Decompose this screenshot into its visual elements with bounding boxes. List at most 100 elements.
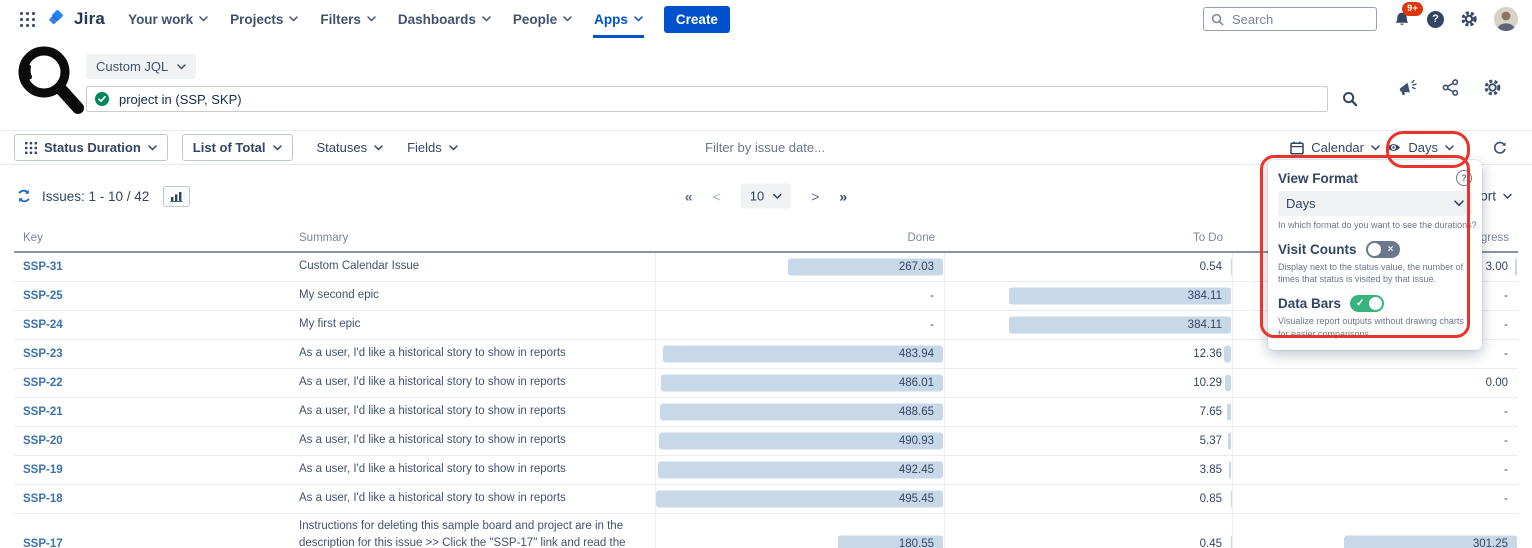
notifications-button[interactable]: 9+ [1393, 9, 1411, 29]
duration-value: 384.11 [1188, 319, 1222, 331]
toggle-state-glyph: ✓ [1356, 297, 1364, 311]
issues-count-label: Issues: 1 - 10 / 42 [42, 189, 149, 204]
settings-gear-icon[interactable] [1460, 10, 1478, 28]
data-bars-label: Data Bars [1278, 296, 1341, 311]
chevron-down-icon [199, 16, 208, 22]
duration-cell: 3.85 [944, 456, 1232, 484]
view-format-select[interactable]: Days [1278, 191, 1472, 216]
app-switcher-icon[interactable] [14, 8, 41, 31]
pagination-next-button[interactable]: > [811, 188, 819, 204]
calendar-menu[interactable]: Calendar [1290, 140, 1380, 155]
key-cell: SSP-21 [14, 398, 290, 426]
statuses-menu[interactable]: Statuses [317, 140, 384, 155]
calendar-label: Calendar [1311, 140, 1364, 155]
global-search[interactable] [1203, 7, 1377, 31]
app-magnifier-logo [14, 42, 88, 122]
issue-summary: As a user, I'd like a historical story t… [290, 369, 655, 397]
user-avatar[interactable] [1494, 7, 1518, 31]
nav-item-projects[interactable]: Projects [219, 0, 309, 38]
duration-cell: 301.25 [1232, 514, 1518, 548]
issue-summary: As a user, I'd like a historical story t… [290, 427, 655, 455]
issue-key-link[interactable]: SSP-23 [23, 348, 63, 360]
pagination-last-button[interactable]: » [839, 188, 847, 204]
issue-summary: My first epic [290, 311, 655, 339]
nav-item-apps[interactable]: Apps [583, 0, 654, 38]
jira-logo-text: Jira [74, 9, 105, 29]
view-format-menu[interactable]: Days [1386, 140, 1454, 155]
data-bar [1227, 404, 1231, 421]
report-settings-gear-icon[interactable] [1483, 78, 1502, 97]
duration-value: - [1504, 319, 1508, 331]
key-cell: SSP-31 [14, 253, 290, 281]
chart-view-button[interactable] [163, 186, 190, 207]
jql-query-input[interactable] [117, 91, 1319, 108]
issue-key-link[interactable]: SSP-31 [23, 261, 63, 273]
issue-key-link[interactable]: SSP-25 [23, 290, 63, 302]
popup-help-icon[interactable]: ? [1456, 170, 1472, 186]
create-button[interactable]: Create [664, 6, 730, 33]
duration-value: 483.94 [899, 348, 934, 360]
chevron-down-icon [273, 145, 282, 151]
issue-key-link[interactable]: SSP-18 [23, 493, 63, 505]
issue-key-link[interactable]: SSP-22 [23, 377, 63, 389]
jql-query-field[interactable] [86, 86, 1328, 112]
visit-counts-toggle[interactable]: × [1366, 241, 1400, 258]
duration-cell: 490.93 [655, 427, 944, 455]
share-icon[interactable] [1442, 79, 1459, 96]
chevron-down-icon [177, 64, 186, 70]
issue-key-link[interactable]: SSP-21 [23, 406, 63, 418]
jql-search-icon[interactable] [1342, 91, 1358, 107]
nav-item-dashboards[interactable]: Dashboards [387, 0, 502, 38]
duration-cell: - [1232, 427, 1518, 455]
toggle-state-glyph: × [1388, 243, 1394, 257]
nav-item-filters[interactable]: Filters [309, 0, 387, 38]
duration-value: 5.37 [1200, 435, 1222, 447]
duration-cell: - [1232, 398, 1518, 426]
issue-key-link[interactable]: SSP-19 [23, 464, 63, 476]
duration-value: 495.45 [899, 493, 934, 505]
column-header-to-do: To Do [944, 232, 1232, 244]
chevron-down-icon [1454, 200, 1464, 207]
bar-chart-icon [170, 191, 183, 202]
jql-type-selector[interactable]: Custom JQL [86, 54, 196, 79]
jql-valid-icon [95, 92, 109, 106]
data-bar [1229, 462, 1231, 479]
duration-value: 10.29 [1193, 377, 1222, 389]
main-nav: Your workProjectsFiltersDashboardsPeople… [117, 0, 654, 38]
help-button[interactable]: ? [1427, 11, 1444, 28]
nav-item-your-work[interactable]: Your work [117, 0, 219, 38]
duration-value: 3.85 [1200, 464, 1222, 476]
chevron-down-icon [374, 145, 383, 151]
nav-item-people[interactable]: People [502, 0, 583, 38]
report-type-button[interactable]: Status Duration [14, 134, 168, 161]
global-search-input[interactable] [1230, 11, 1369, 28]
duration-cell: 12.36 [944, 340, 1232, 368]
data-bar [1515, 259, 1517, 276]
pagination-prev-button[interactable]: < [713, 188, 721, 204]
calendar-icon [1290, 141, 1304, 155]
refresh-issues-icon[interactable] [16, 188, 32, 204]
chevron-down-icon [563, 16, 572, 22]
page-size-value: 10 [750, 189, 764, 204]
pagination-first-button[interactable]: « [685, 188, 693, 204]
issue-key-link[interactable]: SSP-20 [23, 435, 63, 447]
issue-key-link[interactable]: SSP-24 [23, 319, 63, 331]
issue-key-link[interactable]: SSP-17 [23, 538, 63, 548]
filter-by-date-input[interactable] [703, 139, 877, 156]
view-format-value-label: Days [1408, 140, 1438, 155]
visit-counts-help-text: Display next to the status value, the nu… [1278, 261, 1472, 285]
statuses-label: Statuses [317, 140, 368, 155]
pagination: « < 10 > » [685, 184, 847, 209]
key-cell: SSP-19 [14, 456, 290, 484]
view-format-popup: View Format ? Days In which format do yo… [1268, 160, 1482, 350]
fields-menu[interactable]: Fields [407, 140, 458, 155]
grid-icon [25, 142, 37, 154]
chevron-down-icon [1445, 145, 1454, 151]
page-size-select[interactable]: 10 [741, 184, 791, 209]
announcement-megaphone-icon[interactable] [1398, 79, 1418, 97]
list-type-button[interactable]: List of Total [182, 134, 293, 161]
sync-icon[interactable] [1492, 140, 1508, 156]
jira-logo[interactable]: Jira [43, 9, 115, 30]
data-bars-toggle[interactable]: ✓ [1350, 295, 1384, 312]
table-row: SSP-21As a user, I'd like a historical s… [14, 398, 1518, 427]
